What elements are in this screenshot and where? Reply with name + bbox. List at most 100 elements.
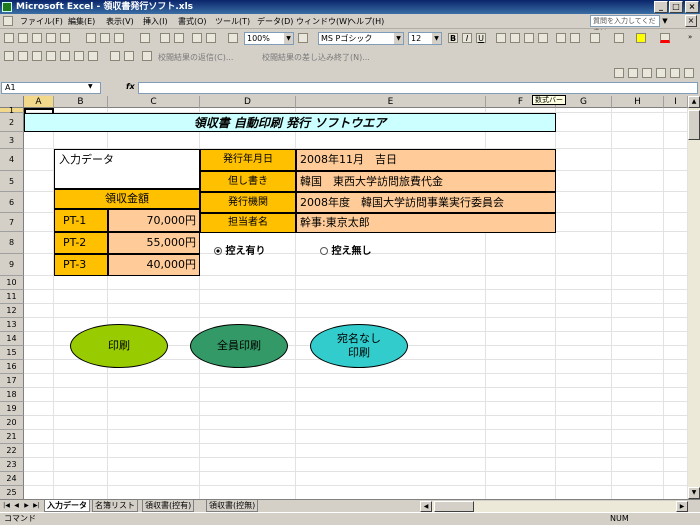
autosum-icon[interactable] [174, 33, 184, 43]
row-header-23[interactable]: 23 [0, 458, 24, 472]
column-header-e[interactable]: E [296, 96, 486, 108]
column-header-b[interactable]: B [54, 96, 108, 108]
align-center-icon[interactable] [510, 33, 520, 43]
open-icon[interactable] [18, 33, 28, 43]
name-box[interactable]: A1 [1, 82, 101, 94]
underline-icon[interactable]: U [476, 33, 486, 43]
addin-icon-2[interactable] [628, 68, 638, 78]
horizontal-scroll-thumb[interactable] [434, 501, 474, 512]
workbook-close-button[interactable]: × [685, 15, 697, 27]
note-value[interactable]: 韓国 東西大学訪問旅費代金 [296, 171, 556, 192]
print-icon[interactable] [86, 33, 96, 43]
review-icon-1[interactable] [4, 51, 14, 61]
undo-icon[interactable] [140, 33, 150, 43]
tab-receipt-with-copy[interactable]: 領収書(控有) [142, 500, 195, 512]
row-header-13[interactable]: 13 [0, 318, 24, 332]
menu-insert[interactable]: 挿入(I) [143, 16, 168, 27]
menu-edit[interactable]: 編集(E) [68, 16, 95, 27]
menu-window[interactable]: ウィンドウ(W) [296, 16, 350, 27]
decimal-icon[interactable] [590, 33, 600, 43]
redo-icon[interactable] [160, 33, 170, 43]
help-icon[interactable] [298, 33, 308, 43]
pt3-amount[interactable]: 40,000円 [108, 254, 200, 276]
end-review-label[interactable]: 校閲結果の差し込み終了(N)... [262, 52, 370, 63]
addin-icon-5[interactable] [670, 68, 680, 78]
minimize-button[interactable]: _ [654, 1, 668, 13]
next-sheet-icon[interactable]: ▶ [22, 501, 31, 511]
zoom-select[interactable]: 100% ▼ [244, 32, 294, 45]
worksheet-grid[interactable]: ABCDEFGHI 1 2 3 4 5 6 7 8 9 10 11 12 13 14 15 16 17 18 19 2… [0, 96, 688, 499]
row-header-24[interactable]: 24 [0, 472, 24, 486]
tab-receipt-without-copy[interactable]: 領収書(控無) [206, 500, 259, 512]
row-header-15[interactable]: 15 [0, 346, 24, 360]
menu-data[interactable]: データ(D) [257, 16, 293, 27]
italic-icon[interactable]: I [462, 33, 472, 43]
help-dropdown-icon[interactable]: ▼ [660, 15, 670, 27]
review-icon-7[interactable] [88, 51, 98, 61]
align-right-icon[interactable] [524, 33, 534, 43]
issue-date-value[interactable]: 2008年11月 吉日 [296, 149, 556, 171]
row-header-16[interactable]: 16 [0, 360, 24, 374]
close-button[interactable]: × [685, 1, 699, 13]
formula-input[interactable] [138, 82, 698, 94]
sort-asc-icon[interactable] [192, 33, 202, 43]
row-header-7[interactable]: 7 [0, 213, 24, 232]
column-header-c[interactable]: C [108, 96, 200, 108]
name-box-dropdown-icon[interactable]: ▼ [88, 83, 93, 90]
row-header-10[interactable]: 10 [0, 276, 24, 290]
pt1-amount[interactable]: 70,000円 [108, 209, 200, 232]
row-header-25[interactable]: 25 [0, 486, 24, 499]
row-header-22[interactable]: 22 [0, 444, 24, 458]
reply-with-changes-label[interactable]: 校閲結果の返信(C)... [158, 52, 233, 63]
issuer-value[interactable]: 2008年度 韓国大学訪問事業実行委員会 [296, 192, 556, 213]
bold-icon[interactable]: B [448, 33, 458, 43]
scroll-right-icon[interactable]: ▶ [676, 501, 688, 512]
review-icon-4[interactable] [46, 51, 56, 61]
vertical-scroll-thumb[interactable] [688, 110, 700, 140]
new-icon[interactable] [4, 33, 14, 43]
row-header-12[interactable]: 12 [0, 304, 24, 318]
mail-icon[interactable] [60, 33, 70, 43]
save-icon[interactable] [32, 33, 42, 43]
menu-file[interactable]: ファイル(F) [20, 16, 63, 27]
last-sheet-icon[interactable]: ▶| [32, 501, 41, 511]
menu-view[interactable]: 表示(V) [106, 16, 134, 27]
row-header-21[interactable]: 21 [0, 430, 24, 444]
addin-icon-3[interactable] [642, 68, 652, 78]
align-left-icon[interactable] [496, 33, 506, 43]
menu-help[interactable]: ヘルプ(H) [348, 16, 384, 27]
print-preview-icon[interactable] [100, 33, 110, 43]
scroll-down-icon[interactable]: ▼ [688, 487, 700, 499]
addin-icon-6[interactable] [684, 68, 694, 78]
print-all-button[interactable]: 全員印刷 [190, 324, 288, 368]
fill-color-icon[interactable] [636, 33, 646, 43]
print-no-name-button[interactable]: 宛名なし 印刷 [310, 324, 408, 368]
review-icon-5[interactable] [60, 51, 70, 61]
column-header-d[interactable]: D [200, 96, 296, 108]
tab-input-data[interactable]: 入力データ [44, 500, 90, 512]
row-header-3[interactable]: 3 [0, 132, 24, 149]
column-header-a[interactable]: A [24, 96, 54, 108]
radio-with-copy[interactable]: 控え有り [214, 242, 265, 257]
row-header-19[interactable]: 19 [0, 402, 24, 416]
review-icon-6[interactable] [74, 51, 84, 61]
row-header-20[interactable]: 20 [0, 416, 24, 430]
row-header-11[interactable]: 11 [0, 290, 24, 304]
print-button[interactable]: 印刷 [70, 324, 168, 368]
row-header-5[interactable]: 5 [0, 171, 24, 192]
row-header-8[interactable]: 8 [0, 232, 24, 254]
scroll-up-icon[interactable]: ▲ [688, 96, 700, 108]
vertical-scrollbar[interactable]: ▲ ▼ [688, 96, 700, 499]
row-header-14[interactable]: 14 [0, 332, 24, 346]
reply-changes-icon[interactable] [142, 51, 152, 61]
row-header-9[interactable]: 9 [0, 254, 24, 276]
row-header-18[interactable]: 18 [0, 388, 24, 402]
row-header-4[interactable]: 4 [0, 149, 24, 171]
prev-sheet-icon[interactable]: ◀ [12, 501, 21, 511]
font-size-select[interactable]: 12 ▼ [408, 32, 442, 45]
row-header-6[interactable]: 6 [0, 192, 24, 213]
scroll-left-icon[interactable]: ◀ [420, 501, 432, 512]
person-value[interactable]: 幹事:東京太郎 [296, 213, 556, 233]
review-icon-2[interactable] [18, 51, 28, 61]
currency-icon[interactable] [556, 33, 566, 43]
